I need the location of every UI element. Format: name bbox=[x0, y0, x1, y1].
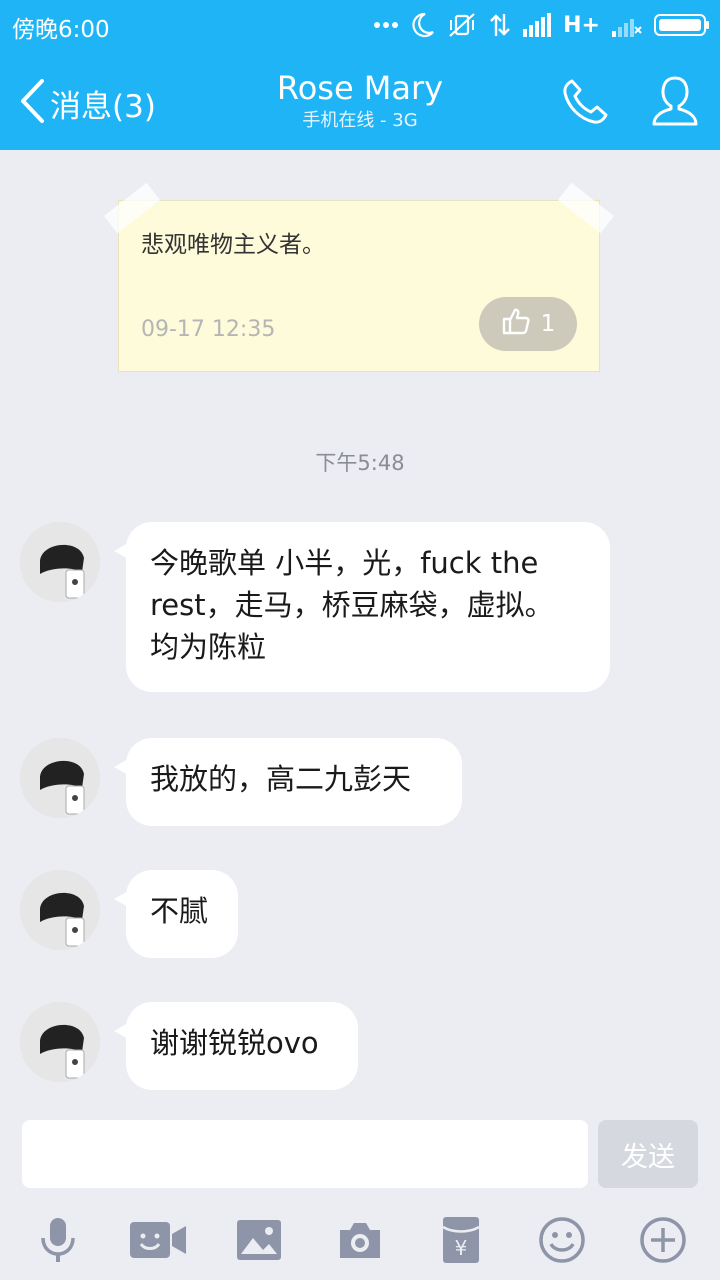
call-button[interactable] bbox=[560, 77, 610, 131]
status-time: 傍晚6:00 bbox=[12, 17, 110, 43]
data-transfer-icon bbox=[489, 12, 511, 38]
user-icon bbox=[650, 76, 700, 132]
network-type: H+ bbox=[563, 12, 600, 38]
message-line: 谢谢锐锐ovo bbox=[150, 1026, 319, 1060]
voice-button[interactable] bbox=[30, 1214, 86, 1270]
back-label: 消息(3) bbox=[50, 88, 156, 125]
message-bubble[interactable]: 今晚歌单 小半，光，fuck the rest，走马，桥豆麻袋，虚拟。 均为陈粒 bbox=[114, 522, 610, 692]
message-bubble[interactable]: 不腻 bbox=[114, 870, 238, 958]
note-time: 09-17 12:35 bbox=[141, 317, 276, 342]
message-line: rest，走马，桥豆麻袋，虚拟。 bbox=[150, 588, 554, 622]
signal-weak-icon bbox=[612, 13, 642, 37]
avatar[interactable] bbox=[20, 870, 100, 950]
chat-header: 消息(3) Rose Mary 手机在线 - 3G bbox=[0, 50, 720, 150]
video-call-button[interactable] bbox=[130, 1214, 186, 1270]
plus-icon bbox=[639, 1216, 687, 1268]
thumbs-up-icon bbox=[501, 306, 531, 342]
message-line: 不腻 bbox=[150, 894, 209, 928]
more-dots-icon bbox=[373, 21, 399, 29]
message-input[interactable] bbox=[22, 1120, 588, 1188]
avatar[interactable] bbox=[20, 738, 100, 818]
message-line: 我放的，高二九彭天 bbox=[150, 762, 412, 796]
red-packet-button[interactable]: ¥ bbox=[433, 1214, 489, 1270]
video-call-icon bbox=[130, 1220, 186, 1264]
status-bar: 傍晚6:00 H+ bbox=[0, 0, 720, 50]
back-button[interactable]: 消息(3) bbox=[18, 78, 156, 128]
image-button[interactable] bbox=[231, 1214, 287, 1270]
status-icons: H+ bbox=[373, 8, 710, 42]
profile-button[interactable] bbox=[650, 74, 700, 132]
battery-icon bbox=[654, 14, 710, 36]
microphone-icon bbox=[38, 1216, 78, 1268]
image-icon bbox=[237, 1220, 281, 1264]
like-button[interactable]: 1 bbox=[479, 297, 577, 351]
tape-decoration bbox=[557, 182, 615, 234]
chat-timestamp: 下午5:48 bbox=[315, 451, 405, 475]
signal-icon bbox=[523, 13, 552, 37]
chevron-left-icon bbox=[18, 78, 46, 128]
message-bubble[interactable]: 我放的，高二九彭天 bbox=[114, 738, 462, 826]
emoji-icon bbox=[538, 1216, 586, 1268]
moon-icon bbox=[411, 12, 435, 38]
red-packet-icon: ¥ bbox=[442, 1217, 480, 1267]
avatar[interactable] bbox=[20, 522, 100, 602]
contact-title[interactable]: Rose Mary 手机在线 - 3G bbox=[200, 68, 520, 134]
vibrate-off-icon bbox=[447, 12, 477, 38]
camera-icon bbox=[337, 1220, 383, 1264]
like-count: 1 bbox=[540, 311, 556, 337]
more-button[interactable] bbox=[635, 1214, 691, 1270]
note-card[interactable]: 悲观唯物主义者。 09-17 12:35 1 bbox=[103, 182, 615, 372]
phone-icon bbox=[560, 79, 610, 131]
svg-text:¥: ¥ bbox=[455, 1236, 468, 1260]
input-toolbar: ¥ bbox=[0, 1204, 720, 1280]
message-line: 均为陈粒 bbox=[150, 630, 267, 664]
send-button[interactable]: 发送 bbox=[598, 1120, 698, 1188]
scroll-hint bbox=[343, 138, 357, 150]
emoji-button[interactable] bbox=[534, 1214, 590, 1270]
message-bubble[interactable]: 谢谢锐锐ovo bbox=[114, 1002, 358, 1090]
contact-status: 手机在线 - 3G bbox=[302, 110, 418, 131]
avatar[interactable] bbox=[20, 1002, 100, 1082]
note-text: 悲观唯物主义者。 bbox=[141, 232, 325, 258]
contact-name: Rose Mary bbox=[276, 69, 444, 107]
message-line: 今晚歌单 小半，光，fuck the bbox=[150, 546, 539, 580]
camera-button[interactable] bbox=[332, 1214, 388, 1270]
